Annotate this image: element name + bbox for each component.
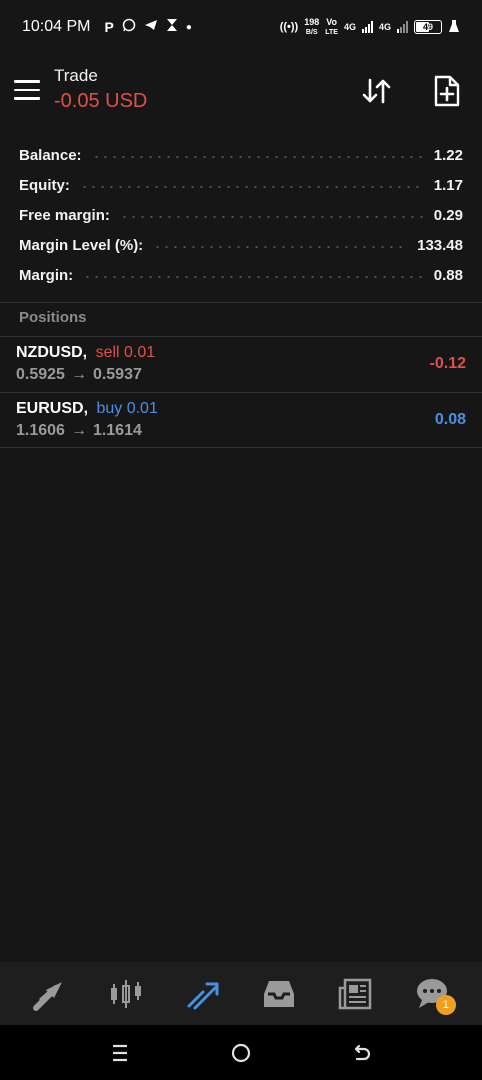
- price-arrow-icon: →: [70, 422, 87, 439]
- back-button[interactable]: [342, 1033, 382, 1073]
- position-title: NZDUSD, sell 0.01: [16, 344, 155, 362]
- price-arrow-icon: →: [70, 366, 87, 383]
- network-type-1: 4G: [343, 21, 356, 32]
- battery-icon: 49: [414, 20, 442, 34]
- dotted-leader: [119, 216, 424, 218]
- position-symbol: EURUSD,: [16, 400, 89, 417]
- sort-icon: [362, 78, 391, 104]
- position-row-nzdusd[interactable]: NZDUSD, sell 0.01 0.5925 → 0.5937 -0.12: [0, 337, 482, 392]
- nav-trade[interactable]: [173, 969, 233, 1019]
- status-time: 10:04 PM: [22, 18, 91, 35]
- quotes-icon: [33, 981, 63, 1011]
- network-speed: 198 B/S: [304, 16, 320, 37]
- open-price: 1.1606: [16, 422, 65, 439]
- parking-icon: P: [104, 19, 114, 35]
- position-row-eurusd[interactable]: EURUSD, buy 0.01 1.1606 → 1.1614 0.08: [0, 393, 482, 448]
- network-type-2: 4G: [378, 21, 391, 32]
- nav-history[interactable]: [249, 969, 309, 1019]
- menu-line: [14, 97, 40, 100]
- summary-value: 133.48: [417, 236, 463, 254]
- summary-value: 1.22: [433, 146, 463, 164]
- position-prices: 0.5925 → 0.5937: [16, 366, 142, 384]
- nav-news[interactable]: [325, 969, 385, 1019]
- current-price: 0.5937: [92, 366, 142, 383]
- status-right: ((•)) 198 B/S Vo LTE 4G 4G 49: [279, 16, 460, 37]
- recents-button[interactable]: [100, 1033, 140, 1073]
- app-header: Trade -0.05 USD: [0, 54, 482, 130]
- volte-indicator: Vo LTE: [325, 16, 338, 37]
- account-summary: Balance: 1.22 Equity: 1.17 Free margin: …: [0, 140, 482, 290]
- whatsapp-icon: [122, 18, 136, 37]
- dotted-leader: [79, 186, 424, 188]
- summary-label: Margin Level (%):: [19, 236, 144, 254]
- nav-quotes[interactable]: [20, 969, 80, 1019]
- volte-top: Vo: [326, 16, 338, 27]
- current-price: 1.1614: [92, 422, 142, 439]
- dot-icon: ●: [185, 21, 192, 33]
- title-block: Trade -0.05 USD: [54, 66, 147, 113]
- summary-label: Margin:: [19, 266, 74, 284]
- bottom-nav: 1: [0, 962, 482, 1025]
- home-button[interactable]: [221, 1033, 261, 1073]
- signal-icon-2: [397, 21, 408, 33]
- signal-icon: [361, 21, 373, 33]
- new-order-button[interactable]: [430, 74, 464, 108]
- system-nav-bar: [0, 1025, 482, 1080]
- position-profit: -0.12: [429, 355, 466, 372]
- position-side: buy 0.01: [96, 400, 158, 417]
- position-title: EURUSD, buy 0.01: [16, 400, 158, 418]
- home-circle-icon: [231, 1043, 251, 1062]
- menu-line: [14, 88, 40, 91]
- summary-row-equity: Equity: 1.17: [0, 170, 482, 200]
- new-document-icon: [434, 75, 460, 107]
- news-icon: [339, 978, 372, 1009]
- summary-label: Balance:: [19, 146, 82, 164]
- summary-value: 0.29: [433, 206, 463, 224]
- summary-row-free-margin: Free margin: 0.29: [0, 200, 482, 230]
- summary-value: 1.17: [433, 176, 463, 194]
- summary-label: Free margin:: [19, 206, 110, 224]
- status-left: 10:04 PM P ●: [22, 18, 192, 37]
- hourglass-icon: [166, 18, 178, 37]
- divider: [0, 447, 482, 448]
- summary-value: 0.88: [433, 266, 463, 284]
- position-prices: 1.1606 → 1.1614: [16, 422, 142, 440]
- battery-level: 49: [422, 22, 433, 32]
- hotspot-icon: ((•)): [279, 21, 299, 33]
- trade-icon: [187, 982, 219, 1009]
- divider: [0, 302, 482, 303]
- nav-chart[interactable]: [96, 969, 156, 1019]
- notification-badge: 1: [435, 994, 456, 1015]
- summary-row-balance: Balance: 1.22: [0, 140, 482, 170]
- open-price: 0.5925: [16, 366, 65, 383]
- status-bar: 10:04 PM P ● ((•)) 198 B/S Vo LTE 4G 4G: [0, 0, 482, 54]
- positions-header: Positions: [19, 309, 87, 326]
- nav-messages[interactable]: 1: [402, 969, 462, 1019]
- position-side: sell 0.01: [95, 344, 156, 361]
- position-symbol: NZDUSD,: [16, 344, 88, 361]
- page-title: Trade: [54, 66, 98, 85]
- telegram-icon: [144, 18, 158, 37]
- volte-bottom: LTE: [325, 28, 338, 36]
- inbox-icon: [264, 980, 295, 1007]
- total-profit: -0.05 USD: [54, 90, 148, 112]
- candlestick-chart-icon: [111, 979, 142, 1008]
- network-speed-unit: B/S: [305, 28, 318, 36]
- dotted-leader: [153, 246, 408, 248]
- position-profit: 0.08: [434, 411, 466, 428]
- recents-icon: [113, 1044, 128, 1061]
- flask-icon: [448, 19, 460, 36]
- back-icon: [354, 1044, 370, 1060]
- menu-button[interactable]: [14, 80, 40, 100]
- network-speed-value: 198: [304, 16, 320, 27]
- dotted-leader: [83, 276, 424, 278]
- summary-row-margin-level: Margin Level (%): 133.48: [0, 230, 482, 260]
- summary-row-margin: Margin: 0.88: [0, 260, 482, 290]
- summary-label: Equity:: [19, 176, 70, 194]
- sort-button[interactable]: [360, 74, 394, 108]
- dotted-leader: [91, 156, 424, 158]
- menu-line: [14, 80, 40, 83]
